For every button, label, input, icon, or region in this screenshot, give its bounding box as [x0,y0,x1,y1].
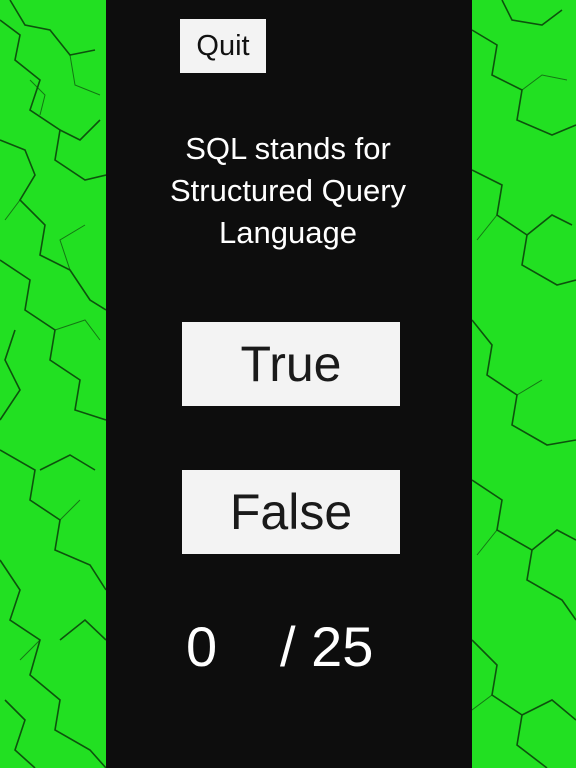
right-green-texture [472,0,576,768]
left-green-texture [0,0,106,768]
question-text: SQL stands for Structured Query Language [169,131,407,250]
score-current: 0 [186,615,218,678]
score-total: / 25 [280,615,374,678]
crack-texture-right [472,0,576,768]
quit-button[interactable]: Quit [180,19,266,73]
crack-texture-left [0,0,106,768]
false-button[interactable]: False [182,470,400,554]
true-button[interactable]: True [182,322,400,406]
